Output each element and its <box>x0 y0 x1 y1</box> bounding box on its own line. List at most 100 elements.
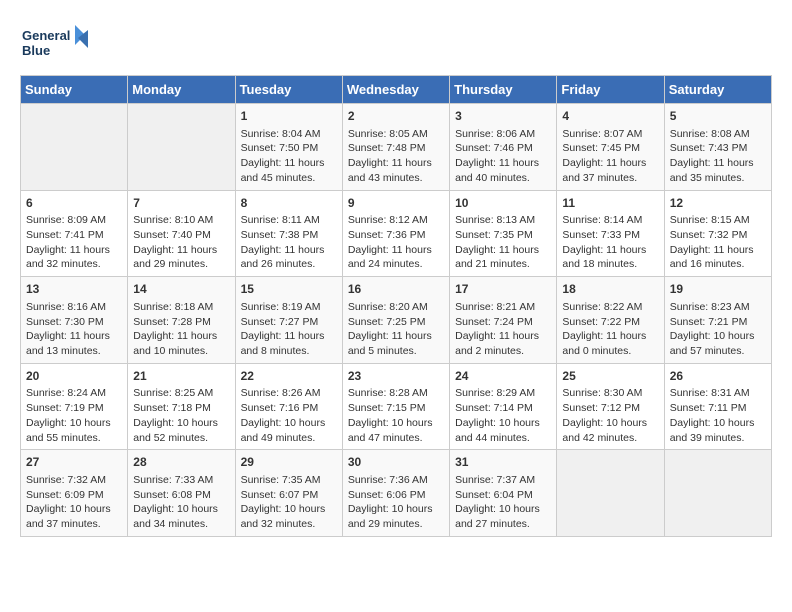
day-number: 19 <box>670 281 766 298</box>
cell-line: Daylight: 11 hours <box>455 156 551 171</box>
cell-line: Sunrise: 7:37 AM <box>455 473 551 488</box>
day-header-tuesday: Tuesday <box>235 76 342 104</box>
day-number: 6 <box>26 195 122 212</box>
day-number: 3 <box>455 108 551 125</box>
day-header-sunday: Sunday <box>21 76 128 104</box>
cell-line: Daylight: 10 hours <box>670 329 766 344</box>
calendar-cell: 17Sunrise: 8:21 AMSunset: 7:24 PMDayligh… <box>450 277 557 364</box>
cell-line: and 44 minutes. <box>455 431 551 446</box>
cell-line: Daylight: 11 hours <box>348 329 444 344</box>
cell-line: Daylight: 10 hours <box>133 416 229 431</box>
calendar-cell: 29Sunrise: 7:35 AMSunset: 6:07 PMDayligh… <box>235 450 342 537</box>
day-number: 21 <box>133 368 229 385</box>
day-number: 12 <box>670 195 766 212</box>
cell-line: Sunrise: 8:30 AM <box>562 386 658 401</box>
cell-line: and 52 minutes. <box>133 431 229 446</box>
day-number: 16 <box>348 281 444 298</box>
cell-line: Sunrise: 8:15 AM <box>670 213 766 228</box>
header-row: SundayMondayTuesdayWednesdayThursdayFrid… <box>21 76 772 104</box>
calendar-cell: 26Sunrise: 8:31 AMSunset: 7:11 PMDayligh… <box>664 363 771 450</box>
day-header-friday: Friday <box>557 76 664 104</box>
cell-line: Sunrise: 8:16 AM <box>26 300 122 315</box>
calendar-cell <box>664 450 771 537</box>
cell-line: Sunrise: 8:12 AM <box>348 213 444 228</box>
cell-line: Sunrise: 8:06 AM <box>455 127 551 142</box>
cell-line: and 55 minutes. <box>26 431 122 446</box>
day-number: 1 <box>241 108 337 125</box>
cell-line: Sunrise: 8:10 AM <box>133 213 229 228</box>
cell-line: Sunset: 7:19 PM <box>26 401 122 416</box>
calendar-cell: 18Sunrise: 8:22 AMSunset: 7:22 PMDayligh… <box>557 277 664 364</box>
cell-line: Sunset: 7:40 PM <box>133 228 229 243</box>
calendar-cell: 15Sunrise: 8:19 AMSunset: 7:27 PMDayligh… <box>235 277 342 364</box>
calendar-cell: 21Sunrise: 8:25 AMSunset: 7:18 PMDayligh… <box>128 363 235 450</box>
cell-line: Daylight: 11 hours <box>241 243 337 258</box>
cell-line: and 0 minutes. <box>562 344 658 359</box>
cell-line: Sunset: 7:45 PM <box>562 141 658 156</box>
cell-line: and 45 minutes. <box>241 171 337 186</box>
day-header-saturday: Saturday <box>664 76 771 104</box>
cell-line: Sunrise: 8:08 AM <box>670 127 766 142</box>
cell-line: and 29 minutes. <box>133 257 229 272</box>
cell-line: Daylight: 11 hours <box>348 243 444 258</box>
cell-line: Sunrise: 8:24 AM <box>26 386 122 401</box>
week-row-1: 6Sunrise: 8:09 AMSunset: 7:41 PMDaylight… <box>21 190 772 277</box>
cell-line: Daylight: 10 hours <box>670 416 766 431</box>
calendar-cell: 16Sunrise: 8:20 AMSunset: 7:25 PMDayligh… <box>342 277 449 364</box>
day-number: 24 <box>455 368 551 385</box>
cell-line: Daylight: 11 hours <box>133 243 229 258</box>
calendar-cell: 28Sunrise: 7:33 AMSunset: 6:08 PMDayligh… <box>128 450 235 537</box>
cell-line: Sunset: 7:21 PM <box>670 315 766 330</box>
cell-line: and 43 minutes. <box>348 171 444 186</box>
calendar-cell: 22Sunrise: 8:26 AMSunset: 7:16 PMDayligh… <box>235 363 342 450</box>
day-number: 13 <box>26 281 122 298</box>
day-number: 29 <box>241 454 337 471</box>
cell-line: Daylight: 11 hours <box>241 156 337 171</box>
calendar-cell: 4Sunrise: 8:07 AMSunset: 7:45 PMDaylight… <box>557 104 664 191</box>
cell-line: Daylight: 10 hours <box>455 416 551 431</box>
cell-line: Daylight: 11 hours <box>562 243 658 258</box>
day-number: 17 <box>455 281 551 298</box>
calendar-cell: 2Sunrise: 8:05 AMSunset: 7:48 PMDaylight… <box>342 104 449 191</box>
day-header-wednesday: Wednesday <box>342 76 449 104</box>
cell-line: Daylight: 10 hours <box>562 416 658 431</box>
calendar-cell: 24Sunrise: 8:29 AMSunset: 7:14 PMDayligh… <box>450 363 557 450</box>
cell-line: Daylight: 11 hours <box>133 329 229 344</box>
calendar-cell: 31Sunrise: 7:37 AMSunset: 6:04 PMDayligh… <box>450 450 557 537</box>
day-number: 11 <box>562 195 658 212</box>
cell-line: Sunrise: 8:07 AM <box>562 127 658 142</box>
cell-line: and 18 minutes. <box>562 257 658 272</box>
cell-line: and 32 minutes. <box>241 517 337 532</box>
day-number: 20 <box>26 368 122 385</box>
cell-line: and 10 minutes. <box>133 344 229 359</box>
cell-line: Sunrise: 8:11 AM <box>241 213 337 228</box>
cell-line: Sunset: 6:09 PM <box>26 488 122 503</box>
cell-line: Sunset: 7:41 PM <box>26 228 122 243</box>
cell-line: Sunset: 7:30 PM <box>26 315 122 330</box>
cell-line: Sunrise: 8:20 AM <box>348 300 444 315</box>
cell-line: and 57 minutes. <box>670 344 766 359</box>
cell-line: and 2 minutes. <box>455 344 551 359</box>
cell-line: Daylight: 11 hours <box>26 243 122 258</box>
calendar-cell: 10Sunrise: 8:13 AMSunset: 7:35 PMDayligh… <box>450 190 557 277</box>
cell-line: Sunset: 7:35 PM <box>455 228 551 243</box>
cell-line: and 49 minutes. <box>241 431 337 446</box>
cell-line: and 26 minutes. <box>241 257 337 272</box>
day-number: 18 <box>562 281 658 298</box>
cell-line: Sunset: 7:36 PM <box>348 228 444 243</box>
week-row-3: 20Sunrise: 8:24 AMSunset: 7:19 PM Dayligh… <box>21 363 772 450</box>
cell-line: Sunrise: 8:26 AM <box>241 386 337 401</box>
day-number: 9 <box>348 195 444 212</box>
cell-line: Sunrise: 8:19 AM <box>241 300 337 315</box>
calendar-table: SundayMondayTuesdayWednesdayThursdayFrid… <box>20 75 772 537</box>
cell-line: Sunset: 6:06 PM <box>348 488 444 503</box>
day-number: 8 <box>241 195 337 212</box>
cell-line: and 13 minutes. <box>26 344 122 359</box>
cell-line: Sunset: 6:04 PM <box>455 488 551 503</box>
cell-line: Sunrise: 8:25 AM <box>133 386 229 401</box>
cell-line: Sunset: 6:07 PM <box>241 488 337 503</box>
cell-line: and 39 minutes. <box>670 431 766 446</box>
cell-line: Sunset: 7:18 PM <box>133 401 229 416</box>
cell-line: Sunrise: 8:05 AM <box>348 127 444 142</box>
day-number: 5 <box>670 108 766 125</box>
